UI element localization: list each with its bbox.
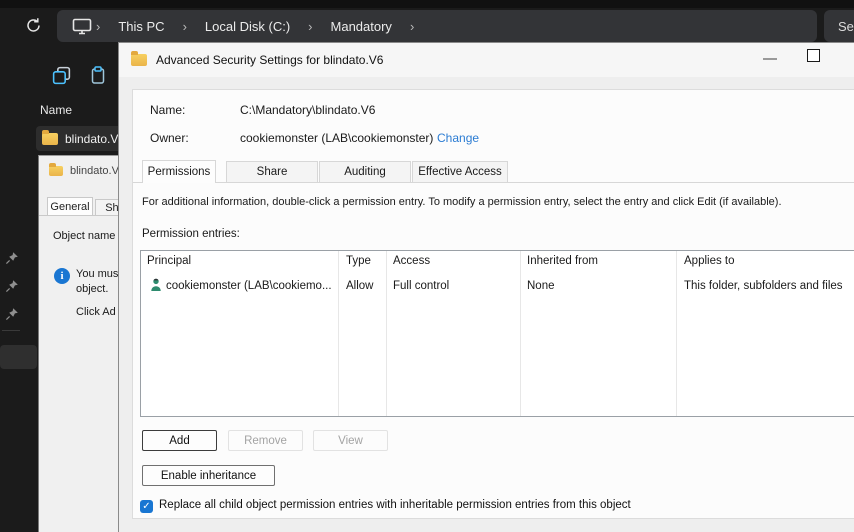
- advanced-security-dialog: Advanced Security Settings for blindato.…: [118, 42, 854, 532]
- column-header-name[interactable]: Name: [40, 103, 72, 117]
- column-header-type[interactable]: Type: [346, 255, 371, 267]
- breadcrumb-local-disk[interactable]: Local Disk (C:): [191, 19, 304, 34]
- breadcrumb-chevron-icon[interactable]: [406, 19, 418, 34]
- tab-auditing[interactable]: Auditing: [319, 161, 411, 182]
- this-pc-icon: [72, 18, 92, 34]
- owner-value: cookiemonster (LAB\cookiemonster): [240, 131, 434, 145]
- user-icon: [149, 277, 163, 297]
- cell-inherited-from: None: [527, 280, 555, 292]
- cell-access: Full control: [393, 280, 450, 292]
- add-button[interactable]: Add: [142, 430, 217, 451]
- dialog-panel: Name: C:\Mandatory\blindato.V6 Owner: co…: [132, 89, 854, 519]
- folder-icon: [42, 129, 58, 145]
- nav-divider: [2, 330, 20, 331]
- remove-button[interactable]: Remove: [228, 430, 303, 451]
- info-icon: [54, 268, 70, 284]
- paste-icon: [91, 65, 105, 84]
- info-text-line1: You mus: [76, 268, 118, 280]
- name-value: C:\Mandatory\blindato.V6: [240, 103, 376, 117]
- dialog-titlebar[interactable]: Advanced Security Settings for blindato.…: [119, 43, 854, 77]
- tab-divider: [39, 215, 118, 216]
- breadcrumb-this-pc[interactable]: This PC: [104, 19, 178, 34]
- breadcrumb-mandatory[interactable]: Mandatory: [317, 19, 406, 34]
- tab-strip: [0, 0, 854, 8]
- search-input[interactable]: Sea: [824, 10, 854, 42]
- owner-label: Owner:: [150, 131, 189, 145]
- tab-baseline: [133, 182, 854, 183]
- tab-effective-access[interactable]: Effective Access: [412, 161, 508, 182]
- object-name-label: Object name: [53, 230, 116, 242]
- column-header-access[interactable]: Access: [393, 255, 430, 267]
- tab-sharing[interactable]: Sha: [95, 199, 118, 215]
- info-text-line2: object.: [76, 283, 109, 295]
- tab-permissions[interactable]: Permissions: [142, 160, 216, 183]
- breadcrumb-chevron-icon[interactable]: [304, 19, 316, 34]
- properties-window: blindato.V General Sha Object name You m…: [38, 155, 118, 532]
- refresh-icon: [26, 17, 40, 32]
- pinned-item[interactable]: [5, 251, 19, 265]
- pin-icon: [5, 280, 18, 293]
- cell-principal: cookiemonster (LAB\cookiemo...: [166, 280, 332, 292]
- column-header-applies-to[interactable]: Applies to: [684, 255, 735, 267]
- minimize-button[interactable]: [763, 58, 777, 60]
- breadcrumb-chevron-icon[interactable]: [179, 19, 191, 34]
- copy-button[interactable]: [49, 63, 73, 87]
- pin-icon: [5, 308, 18, 321]
- address-bar[interactable]: This PC Local Disk (C:) Mandatory: [57, 10, 817, 42]
- folder-icon: [131, 51, 147, 66]
- file-row-blindato[interactable]: blindato.V6: [36, 126, 122, 151]
- properties-title: blindato.V: [70, 165, 118, 177]
- replace-permissions-label: Replace all child object permission entr…: [159, 499, 631, 511]
- refresh-button[interactable]: [21, 13, 45, 37]
- copy-icon: [52, 66, 70, 84]
- properties-titlebar[interactable]: blindato.V: [49, 163, 118, 177]
- cell-applies-to: This folder, subfolders and files: [684, 280, 843, 292]
- permission-entries-table: Principal Type Access Inherited from App…: [140, 250, 854, 417]
- view-button[interactable]: View: [313, 430, 388, 451]
- name-label: Name:: [150, 103, 186, 117]
- maximize-button[interactable]: [807, 49, 820, 62]
- pinned-item[interactable]: [5, 307, 19, 321]
- enable-inheritance-button[interactable]: Enable inheritance: [142, 465, 275, 486]
- screen: This PC Local Disk (C:) Mandatory Sea: [0, 0, 854, 532]
- folder-icon: [49, 163, 63, 176]
- column-header-inherited-from[interactable]: Inherited from: [527, 255, 598, 267]
- dialog-title: Advanced Security Settings for blindato.…: [156, 53, 384, 67]
- change-owner-link[interactable]: Change: [437, 131, 479, 145]
- permission-entries-label: Permission entries:: [142, 228, 240, 240]
- search-text: Sea: [838, 18, 854, 34]
- tab-general[interactable]: General: [47, 197, 93, 215]
- file-name: blindato.V6: [65, 131, 122, 146]
- replace-permissions-checkbox[interactable]: [140, 500, 153, 513]
- dialog-description: For additional information, double-click…: [142, 196, 782, 208]
- nav-selected-item[interactable]: [0, 345, 37, 369]
- cell-type: Allow: [346, 280, 374, 292]
- column-header-principal[interactable]: Principal: [147, 255, 191, 267]
- paste-button[interactable]: [86, 63, 110, 87]
- tab-share[interactable]: Share: [226, 161, 318, 182]
- breadcrumb-chevron-icon[interactable]: [92, 19, 104, 34]
- pin-icon: [5, 252, 18, 265]
- pinned-item[interactable]: [5, 279, 19, 293]
- info-text-line3: Click Ad: [76, 306, 116, 318]
